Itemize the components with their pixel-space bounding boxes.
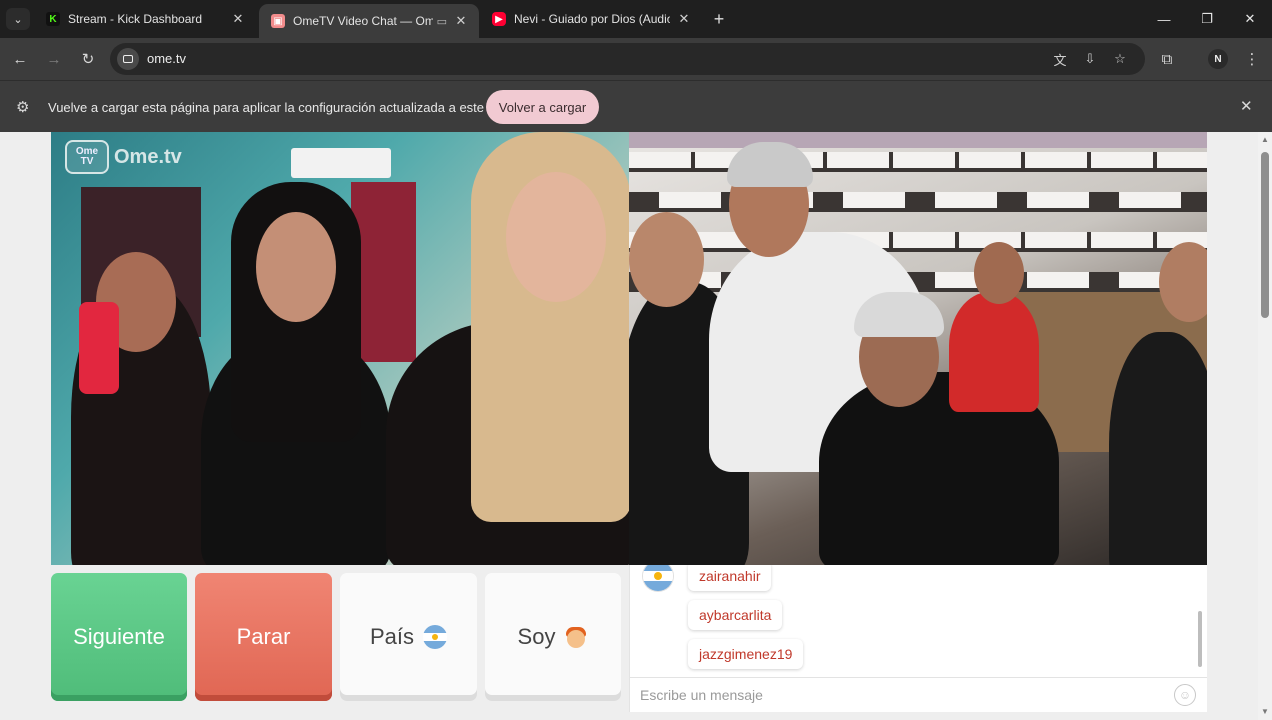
brick-wall	[629, 152, 1207, 172]
emoji-icon[interactable]: ☺	[1174, 684, 1196, 706]
tab-strip: ⌄ K Stream - Kick Dashboard ✕ ▣ OmeTV Vi…	[0, 0, 1272, 38]
profile-avatar[interactable]: N	[1208, 49, 1228, 69]
browser-toolbar: ← → ↻ ome.tv 文 ⇩ ☆ ⧉ N ⋮	[0, 38, 1272, 80]
person-head	[629, 212, 704, 307]
stop-button-label: Parar	[236, 624, 291, 649]
reload-button[interactable]: ↻	[76, 47, 100, 71]
gear-icon: ⚙	[16, 99, 30, 116]
close-tab-icon[interactable]: ✕	[676, 11, 692, 27]
country-button-label: País	[369, 624, 415, 649]
argentina-flag-avatar-icon	[643, 565, 673, 591]
translate-icon[interactable]: 文	[1051, 50, 1069, 68]
back-button[interactable]: ←	[8, 47, 32, 71]
chat-message: zairanahir	[688, 565, 772, 591]
scroll-up-icon[interactable]: ▲	[1261, 136, 1269, 144]
air-conditioner	[291, 148, 391, 178]
person-head	[974, 242, 1024, 304]
bookmark-star-icon[interactable]: ☆	[1111, 50, 1129, 68]
site-info-button[interactable]	[117, 48, 139, 70]
next-button[interactable]: Siguiente	[51, 573, 187, 701]
person-head	[256, 212, 336, 322]
address-bar[interactable]: ome.tv 文 ⇩ ☆	[110, 43, 1145, 75]
page-scrollbar[interactable]: ▲ ▼	[1258, 132, 1272, 720]
forward-button[interactable]: →	[42, 47, 66, 71]
scroll-down-icon[interactable]: ▼	[1261, 708, 1269, 716]
gender-button[interactable]: Soy	[485, 573, 621, 701]
extensions-button[interactable]: ⧉	[1155, 47, 1179, 71]
person-hair	[727, 142, 813, 187]
more-vertical-icon: ⋮	[1244, 51, 1260, 68]
infobar-message: Vuelve a cargar esta página para aplicar…	[48, 100, 511, 115]
restore-button[interactable]: ❐	[1186, 0, 1228, 38]
person-body	[949, 292, 1039, 412]
tab-title: Nevi - Guiado por Dios (Audio	[514, 12, 670, 26]
close-icon[interactable]: ✕	[1240, 97, 1253, 115]
chat-message: aybarcarlita	[688, 600, 783, 630]
brick-wall	[629, 232, 1207, 252]
scrollbar-thumb[interactable]	[1261, 152, 1269, 318]
argentina-flag-icon	[423, 625, 448, 649]
close-icon: ✕	[1244, 11, 1256, 26]
arrow-right-icon: →	[46, 50, 62, 68]
minimize-icon: —	[1157, 11, 1171, 27]
self-video	[629, 132, 1207, 565]
tab-youtube[interactable]: ▶ Nevi - Guiado por Dios (Audio ✕	[480, 0, 702, 38]
partner-video: Ome TV Ome.tv	[51, 132, 629, 565]
gender-button-label: Soy	[517, 624, 556, 649]
chat-scrollbar[interactable]	[1198, 611, 1202, 667]
kick-icon: K	[46, 12, 60, 26]
boy-emoji-icon	[564, 625, 588, 649]
minimize-button[interactable]: —	[1143, 0, 1185, 38]
chat-message: jazzgimenez19	[688, 639, 804, 669]
tab-search-button[interactable]: ⌄	[6, 8, 30, 30]
youtube-icon: ▶	[492, 12, 506, 26]
puzzle-icon: ⧉	[1161, 50, 1173, 68]
message-input[interactable]	[640, 684, 1160, 706]
chevron-down-icon: ⌄	[13, 13, 23, 26]
camera-icon	[123, 55, 133, 63]
brick-wall	[629, 192, 1207, 212]
close-window-button[interactable]: ✕	[1229, 0, 1271, 38]
person-body	[1109, 332, 1207, 565]
reload-infobar: ⚙ Vuelve a cargar esta página para aplic…	[0, 80, 1272, 132]
restore-icon: ❐	[1201, 11, 1213, 26]
reload-page-button[interactable]: Volver a cargar	[486, 90, 599, 124]
brick-wall	[629, 272, 1207, 292]
ometv-logo: Ome TV Ome.tv	[65, 140, 182, 174]
tab-title: Stream - Kick Dashboard	[68, 12, 203, 26]
hanging-clothes	[629, 132, 1207, 148]
reload-icon: ↻	[81, 51, 95, 68]
next-button-label: Siguiente	[73, 624, 165, 649]
person-head	[506, 172, 606, 302]
tab-title: OmeTV Video Chat — Ome	[293, 14, 433, 28]
chat-input-bar: ☺	[629, 677, 1207, 712]
phone	[79, 302, 119, 394]
install-app-icon[interactable]: ⇩	[1081, 50, 1099, 68]
new-tab-button[interactable]: +	[708, 8, 730, 30]
ometv-icon: ▣	[271, 14, 285, 28]
close-tab-icon[interactable]: ✕	[230, 11, 246, 27]
ometv-page: Ome TV Ome.tv Siguiente Parar País Soy z…	[0, 132, 1258, 720]
country-button[interactable]: País	[340, 573, 477, 701]
person-hair	[854, 292, 944, 337]
ometv-logo-text: Ome.tv	[114, 145, 182, 168]
arrow-left-icon: ←	[12, 50, 28, 68]
plus-icon: +	[713, 8, 725, 29]
url-text: ome.tv	[147, 51, 187, 66]
stop-button[interactable]: Parar	[195, 573, 332, 701]
tab-ometv[interactable]: ▣ OmeTV Video Chat — Ome ▭ ✕	[259, 4, 479, 38]
tab-media-icon: ▭	[436, 15, 447, 28]
tab-kick-dashboard[interactable]: K Stream - Kick Dashboard ✕	[34, 0, 256, 38]
close-tab-icon[interactable]: ✕	[453, 13, 469, 29]
menu-button[interactable]: ⋮	[1240, 47, 1264, 71]
ometv-logo-badge: Ome TV	[65, 140, 109, 174]
